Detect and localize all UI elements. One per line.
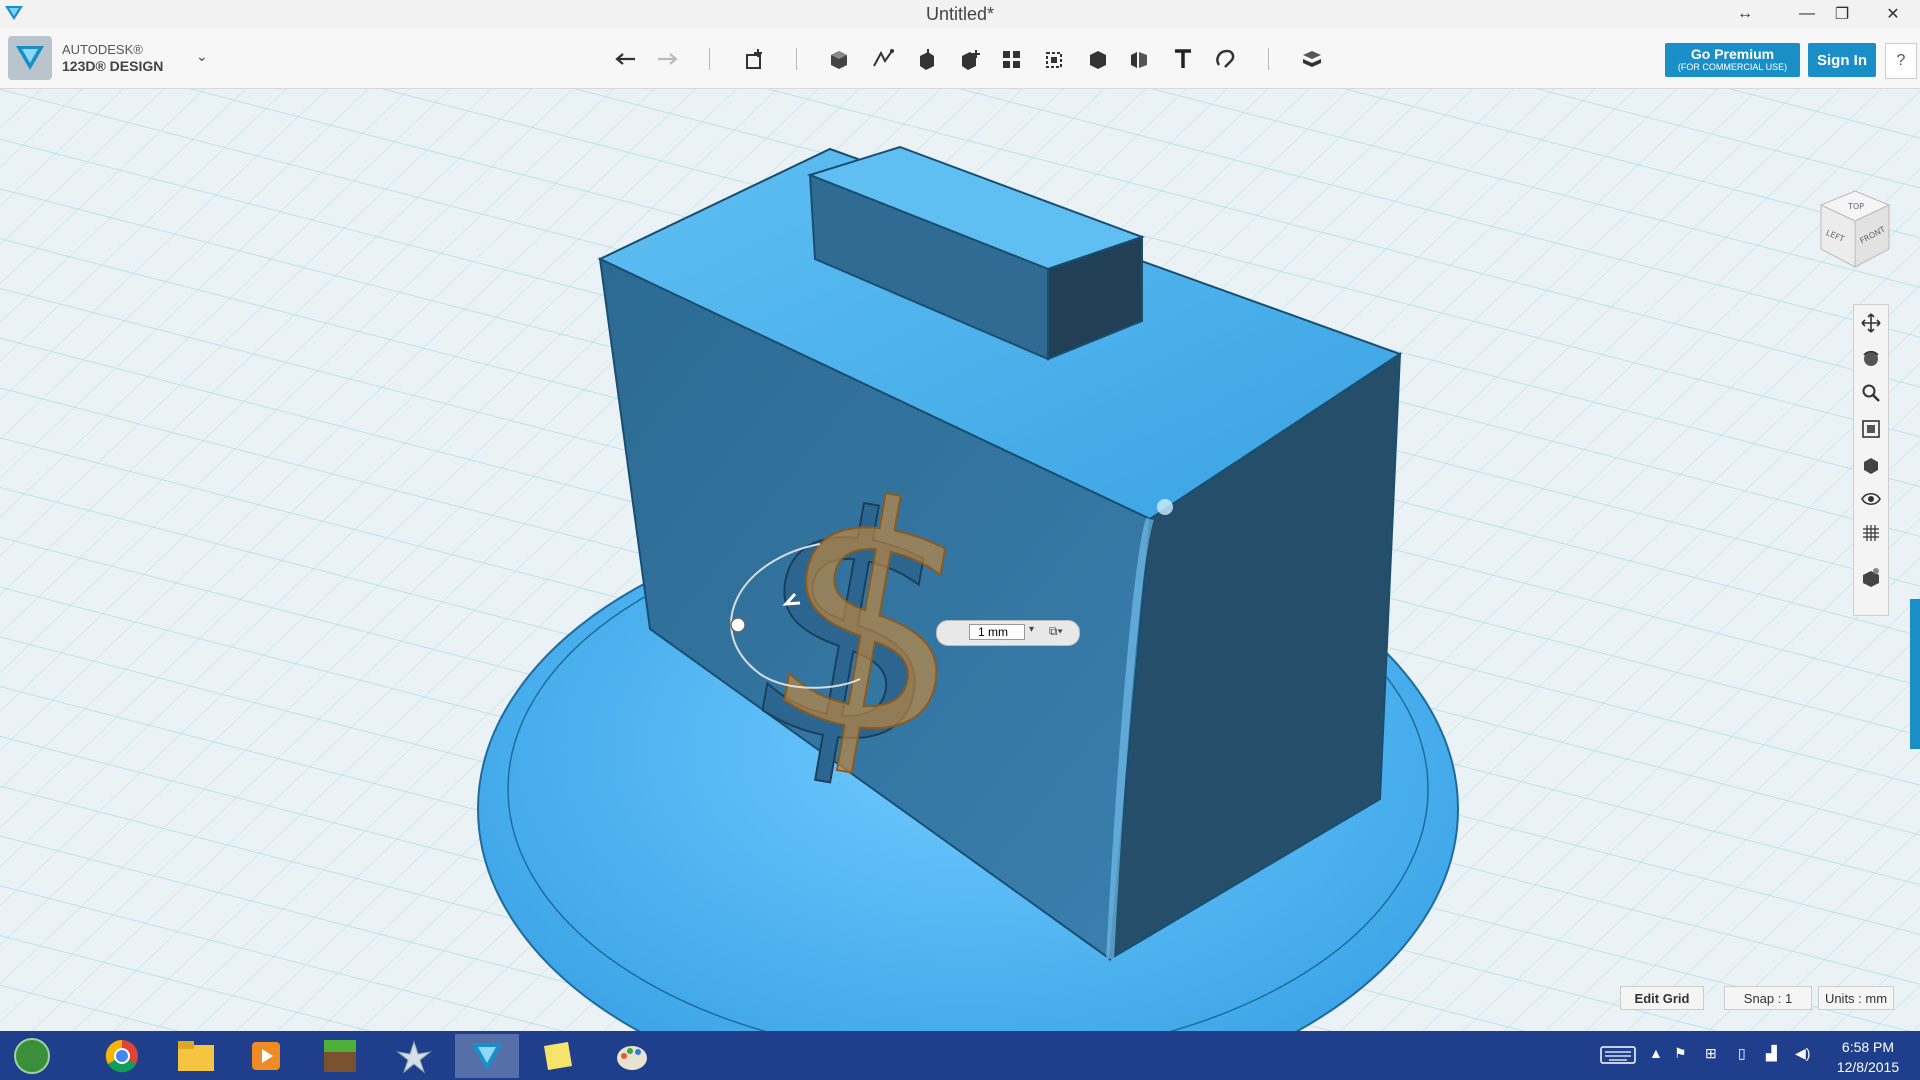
dimension-field[interactable] — [969, 624, 1025, 640]
text-button[interactable] — [1166, 42, 1200, 76]
sign-in-button[interactable]: Sign In — [1808, 43, 1876, 77]
viewcube-top-label[interactable]: TOP — [1847, 202, 1864, 211]
measure-button[interactable] — [1123, 42, 1157, 76]
orbit-icon[interactable] — [1859, 347, 1883, 371]
window-title: Untitled* — [925, 4, 995, 24]
windows-icon[interactable]: ⊞ — [1705, 1045, 1717, 1062]
grouping-button[interactable] — [1038, 42, 1072, 76]
chrome-icon[interactable] — [92, 1034, 152, 1078]
sticky-notes-icon[interactable] — [528, 1034, 588, 1078]
clock-date: 12/8/2015 — [1836, 1059, 1900, 1075]
dimension-input[interactable]: ▾ ⧉▾ — [936, 620, 1080, 646]
toolbar-divider — [1268, 48, 1269, 70]
toolbar-divider — [796, 48, 797, 70]
go-premium-button[interactable]: Go Premium (FOR COMMERCIAL USE) — [1665, 43, 1800, 77]
brand[interactable]: AUTODESK® 123D® DESIGN — [8, 36, 163, 80]
modify-button[interactable] — [953, 42, 987, 76]
network-icon[interactable]: ▟ — [1766, 1045, 1777, 1062]
chevron-down-icon[interactable]: ▾ — [1029, 624, 1034, 635]
snap-button[interactable] — [1208, 42, 1242, 76]
start-button[interactable] — [2, 1034, 62, 1078]
viewport-3d[interactable]: $ $ TOP LEFT FRONT ▾ — [0, 89, 1920, 1031]
taskbar: ▲ ⚑ ⊞ ▯ ▟ ◀) 6:58 PM 12/8/2015 — [0, 1031, 1920, 1080]
help-button[interactable]: ? — [1885, 43, 1917, 79]
flag-icon[interactable]: ⚑ — [1674, 1045, 1687, 1062]
side-panel-tab[interactable] — [1910, 599, 1920, 749]
game-launcher-icon[interactable] — [384, 1034, 444, 1078]
pan-icon[interactable] — [1859, 311, 1883, 335]
navigation-bar — [1853, 304, 1889, 616]
title-bar: Untitled* ↔ — ❐ ✕ — [0, 0, 1920, 29]
material-button[interactable] — [1295, 42, 1329, 76]
fit-icon[interactable] — [1859, 417, 1883, 441]
copy-mode-icon[interactable]: ⧉▾ — [1049, 624, 1063, 639]
main-toolbar: AUTODESK® 123D® DESIGN ⌄ Go Premium (FOR… — [0, 28, 1920, 89]
resize-icon[interactable]: ↔ — [1725, 0, 1765, 28]
brand-product: 123D® DESIGN — [62, 58, 164, 74]
zoom-icon[interactable] — [1859, 381, 1883, 405]
edit-grid-button[interactable]: Edit Grid — [1620, 986, 1704, 1010]
file-explorer-icon[interactable] — [166, 1034, 226, 1078]
snap-status[interactable]: Snap : 1 — [1724, 986, 1812, 1010]
redo-button[interactable] — [650, 42, 684, 76]
construct-button[interactable] — [910, 42, 944, 76]
close-button[interactable]: ✕ — [1866, 0, 1920, 28]
material-view-icon[interactable] — [1859, 565, 1883, 589]
tray-expand-icon[interactable]: ▲ — [1649, 1045, 1663, 1061]
123d-design-taskbar-icon[interactable] — [455, 1034, 519, 1078]
minimize-button[interactable]: — — [1787, 0, 1827, 28]
volume-icon[interactable]: ◀) — [1795, 1045, 1810, 1062]
clock-time: 6:58 PM — [1841, 1039, 1895, 1055]
app-logo-icon — [8, 36, 52, 80]
maximize-button[interactable]: ❐ — [1822, 0, 1862, 28]
view-cube[interactable]: TOP LEFT FRONT — [1815, 189, 1895, 274]
undo-button[interactable] — [609, 42, 643, 76]
paint-icon[interactable] — [602, 1034, 662, 1078]
units-status[interactable]: Units : mm — [1818, 986, 1894, 1010]
primitives-button[interactable] — [822, 42, 856, 76]
grid-visibility-icon[interactable] — [1859, 521, 1883, 545]
minecraft-icon[interactable] — [310, 1034, 370, 1078]
toolbar-divider — [709, 48, 710, 70]
chevron-down-icon[interactable]: ⌄ — [196, 48, 208, 65]
pattern-button[interactable] — [995, 42, 1029, 76]
view-style-icon[interactable] — [1859, 453, 1883, 477]
system-clock[interactable]: 6:58 PM 12/8/2015 — [1820, 1037, 1916, 1077]
scene-canvas[interactable]: $ $ — [0, 89, 1920, 1031]
media-player-icon[interactable] — [236, 1034, 296, 1078]
eye-icon[interactable] — [1859, 487, 1883, 511]
brand-company: AUTODESK® — [62, 42, 143, 57]
keyboard-icon[interactable] — [1600, 1045, 1636, 1068]
combine-button[interactable] — [1081, 42, 1115, 76]
battery-icon[interactable]: ▯ — [1738, 1045, 1746, 1062]
sketch-button[interactable] — [866, 42, 900, 76]
transform-button[interactable] — [738, 42, 772, 76]
